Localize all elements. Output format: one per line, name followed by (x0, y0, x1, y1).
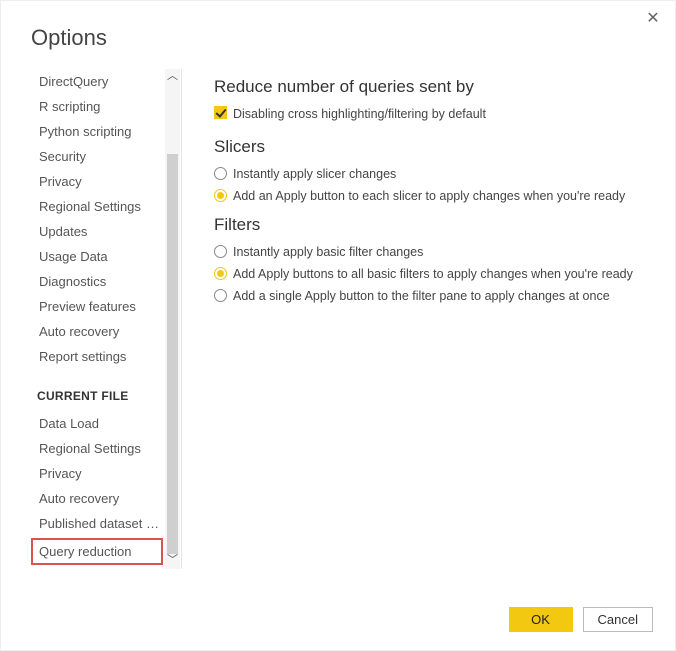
radio-icon[interactable] (214, 245, 227, 258)
radio-label: Add a single Apply button to the filter … (233, 287, 610, 305)
body-area: DirectQuery R scripting Python scripting… (1, 69, 675, 569)
sidebar-item-cf-report-settings[interactable]: Report settings (31, 567, 165, 569)
scroll-up-icon[interactable]: ︿ (165, 69, 180, 85)
sidebar-header-current-file: CURRENT FILE (31, 369, 165, 411)
sidebar-item-published-dataset[interactable]: Published dataset set... (31, 511, 165, 536)
page-title: Options (1, 1, 675, 69)
radio-label: Add an Apply button to each slicer to ap… (233, 187, 625, 205)
radio-label: Instantly apply slicer changes (233, 165, 396, 183)
opt-filter-single-apply[interactable]: Add a single Apply button to the filter … (214, 285, 645, 307)
section-filters-title: Filters (214, 215, 645, 235)
ok-button[interactable]: OK (509, 607, 573, 632)
sidebar-item-usage-data[interactable]: Usage Data (31, 244, 165, 269)
content-pane: Reduce number of queries sent by Disabli… (188, 69, 655, 569)
radio-icon[interactable] (214, 189, 227, 202)
sidebar-item-security[interactable]: Security (31, 144, 165, 169)
sidebar-item-auto-recovery[interactable]: Auto recovery (31, 319, 165, 344)
close-icon[interactable]: ✕ (643, 9, 663, 29)
sidebar-list: DirectQuery R scripting Python scripting… (23, 69, 165, 569)
section-reduce-title: Reduce number of queries sent by (214, 77, 645, 97)
sidebar-item-python-scripting[interactable]: Python scripting (31, 119, 165, 144)
sidebar-item-cf-regional-settings[interactable]: Regional Settings (31, 436, 165, 461)
checkbox-label: Disabling cross highlighting/filtering b… (233, 105, 486, 123)
button-row: OK Cancel (509, 607, 653, 632)
radio-icon[interactable] (214, 267, 227, 280)
sidebar-item-privacy[interactable]: Privacy (31, 169, 165, 194)
divider (181, 69, 182, 569)
sidebar-item-cf-privacy[interactable]: Privacy (31, 461, 165, 486)
radio-label: Add Apply buttons to all basic filters t… (233, 265, 633, 283)
radio-icon[interactable] (214, 289, 227, 302)
scroll-down-icon[interactable]: ﹀ (165, 553, 180, 569)
opt-disable-cross-highlight[interactable]: Disabling cross highlighting/filtering b… (214, 103, 645, 125)
sidebar: DirectQuery R scripting Python scripting… (23, 69, 181, 569)
sidebar-item-r-scripting[interactable]: R scripting (31, 94, 165, 119)
opt-filter-instant[interactable]: Instantly apply basic filter changes (214, 241, 645, 263)
opt-filter-apply-buttons[interactable]: Add Apply buttons to all basic filters t… (214, 263, 645, 285)
section-slicers-title: Slicers (214, 137, 645, 157)
sidebar-item-data-load[interactable]: Data Load (31, 411, 165, 436)
scroll-thumb[interactable] (167, 154, 178, 554)
sidebar-item-diagnostics[interactable]: Diagnostics (31, 269, 165, 294)
sidebar-item-updates[interactable]: Updates (31, 219, 165, 244)
sidebar-item-preview-features[interactable]: Preview features (31, 294, 165, 319)
checkbox-icon[interactable] (214, 106, 227, 119)
cancel-button[interactable]: Cancel (583, 607, 653, 632)
opt-slicer-instant[interactable]: Instantly apply slicer changes (214, 163, 645, 185)
sidebar-scrollbar[interactable]: ︿ ﹀ (165, 69, 180, 569)
opt-slicer-apply-button[interactable]: Add an Apply button to each slicer to ap… (214, 185, 645, 207)
sidebar-item-query-reduction[interactable]: Query reduction (31, 538, 163, 565)
sidebar-item-cf-auto-recovery[interactable]: Auto recovery (31, 486, 165, 511)
radio-label: Instantly apply basic filter changes (233, 243, 423, 261)
radio-icon[interactable] (214, 167, 227, 180)
sidebar-item-directquery[interactable]: DirectQuery (31, 69, 165, 94)
sidebar-item-report-settings[interactable]: Report settings (31, 344, 165, 369)
sidebar-item-regional-settings[interactable]: Regional Settings (31, 194, 165, 219)
